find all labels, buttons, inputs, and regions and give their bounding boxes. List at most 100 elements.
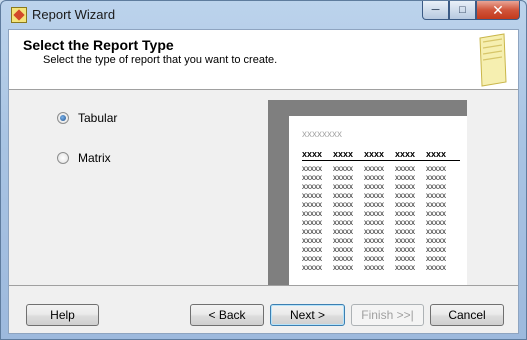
footer-separator bbox=[9, 285, 518, 286]
preview-cell: xxxxx bbox=[302, 209, 322, 218]
preview-row: xxxxx xxxxx xxxxx xxxxx xxxxx bbox=[302, 227, 460, 236]
tabular-label: Tabular bbox=[78, 111, 118, 125]
preview-row: xxxxx xxxxx xxxxx xxxxx xxxxx bbox=[302, 254, 460, 263]
matrix-label: Matrix bbox=[78, 151, 111, 165]
report-wizard-icon bbox=[11, 7, 27, 23]
help-button[interactable]: Help bbox=[26, 304, 99, 326]
preview-cell: xxxxx bbox=[333, 209, 353, 218]
preview-cell: xxxxx bbox=[364, 191, 384, 200]
wizard-header: Select the Report Type Select the type o… bbox=[9, 30, 518, 90]
preview-cell: xxxxx bbox=[395, 218, 415, 227]
preview-header-cell: xxxx bbox=[426, 150, 447, 159]
preview-row: xxxxx xxxxx xxxxx xxxxx xxxxx bbox=[302, 245, 460, 254]
preview-row: xxxxx xxxxx xxxxx xxxxx xxxxx bbox=[302, 182, 460, 191]
preview-cell: xxxxx bbox=[364, 236, 384, 245]
close-button[interactable]: ✕ bbox=[476, 1, 520, 20]
next-button[interactable]: Next > bbox=[270, 304, 345, 326]
preview-cell: xxxxx bbox=[395, 263, 415, 272]
preview-cell: xxxxx bbox=[364, 173, 384, 182]
matrix-option[interactable]: Matrix bbox=[57, 151, 111, 165]
preview-cell: xxxxx bbox=[333, 200, 353, 209]
preview-cell: xxxxx bbox=[364, 227, 384, 236]
preview-row: xxxxx xxxxx xxxxx xxxxx xxxxx bbox=[302, 200, 460, 209]
preview-row: xxxxx xxxxx xxxxx xxxxx xxxxx bbox=[302, 263, 460, 272]
preview-sheet: xxxxxxxx xxxx xxxx xxxx xxxx xxxx xxxxx xxxxx… bbox=[289, 116, 467, 285]
wizard-client-area: Select the Report Type Select the type o… bbox=[8, 29, 519, 334]
preview-cell: xxxxx bbox=[302, 227, 322, 236]
finish-button: Finish >>| bbox=[351, 304, 424, 326]
preview-cell: xxxxx bbox=[395, 227, 415, 236]
minimize-button[interactable]: ─ bbox=[422, 1, 449, 20]
page-title: Select the Report Type bbox=[23, 37, 174, 53]
preview-cell: xxxxx bbox=[364, 218, 384, 227]
preview-cell: xxxxx bbox=[395, 254, 415, 263]
preview-cell: xxxxx bbox=[426, 209, 446, 218]
preview-cell: xxxxx bbox=[426, 227, 446, 236]
back-button[interactable]: < Back bbox=[190, 304, 264, 326]
preview-cell: xxxxx bbox=[364, 245, 384, 254]
preview-cell: xxxxx bbox=[364, 263, 384, 272]
preview-cell: xxxxx bbox=[426, 218, 446, 227]
tabular-option[interactable]: Tabular bbox=[57, 111, 117, 125]
preview-cell: xxxxx bbox=[395, 209, 415, 218]
maximize-button[interactable]: □ bbox=[449, 1, 476, 20]
preview-cell: xxxxx bbox=[333, 164, 353, 173]
minimize-icon: ─ bbox=[431, 4, 440, 16]
preview-cell: xxxxx bbox=[302, 245, 322, 254]
preview-row: xxxxx xxxxx xxxxx xxxxx xxxxx bbox=[302, 164, 460, 173]
preview-grid: xxxx xxxx xxxx xxxx xxxx xxxxx xxxxx xxxxx xxxx… bbox=[302, 150, 460, 272]
preview-cell: xxxxx bbox=[333, 254, 353, 263]
preview-cell: xxxxx bbox=[302, 263, 322, 272]
window-title: Report Wizard bbox=[32, 7, 116, 22]
preview-cell: xxxxx bbox=[333, 191, 353, 200]
report-wizard-window: Report Wizard ─ □ ✕ Select the Report Ty… bbox=[0, 0, 527, 340]
preview-cell: xxxxx bbox=[395, 173, 415, 182]
preview-cell: xxxxx bbox=[333, 263, 353, 272]
preview-cell: xxxxx bbox=[395, 245, 415, 254]
preview-row: xxxxx xxxxx xxxxx xxxxx xxxxx bbox=[302, 209, 460, 218]
preview-cell: xxxxx bbox=[426, 164, 446, 173]
cancel-button[interactable]: Cancel bbox=[430, 304, 504, 326]
preview-cell: xxxxx bbox=[302, 236, 322, 245]
page-subtitle: Select the type of report that you want … bbox=[43, 54, 278, 66]
preview-cell: xxxxx bbox=[426, 245, 446, 254]
preview-row: xxxxx xxxxx xxxxx xxxxx xxxxx bbox=[302, 218, 460, 227]
preview-cell: xxxxx bbox=[333, 236, 353, 245]
preview-cell: xxxxx bbox=[395, 191, 415, 200]
caption-buttons: ─ □ ✕ bbox=[422, 1, 520, 21]
preview-cell: xxxxx bbox=[302, 191, 322, 200]
preview-row: xxxxx xxxxx xxxxx xxxxx xxxxx bbox=[302, 173, 460, 182]
preview-cell: xxxxx bbox=[426, 263, 446, 272]
tabular-radio[interactable] bbox=[57, 112, 69, 124]
preview-cell: xxxxx bbox=[395, 200, 415, 209]
preview-cell: xxxxx bbox=[426, 254, 446, 263]
preview-cell: xxxxx bbox=[364, 200, 384, 209]
preview-cell: xxxxx bbox=[302, 164, 322, 173]
preview-cell: xxxxx bbox=[364, 164, 384, 173]
matrix-radio[interactable] bbox=[57, 152, 69, 164]
preview-cell: xxxxx bbox=[302, 218, 322, 227]
preview-cell: xxxxx bbox=[426, 236, 446, 245]
preview-header-cell: xxxx bbox=[333, 150, 354, 159]
preview-cell: xxxxx bbox=[426, 173, 446, 182]
preview-cell: xxxxx bbox=[302, 173, 322, 182]
preview-cell: xxxxx bbox=[302, 200, 322, 209]
preview-header-cell: xxxx bbox=[302, 150, 323, 159]
preview-header-row: xxxx xxxx xxxx xxxx xxxx bbox=[302, 150, 460, 161]
preview-row: xxxxx xxxxx xxxxx xxxxx xxxxx bbox=[302, 236, 460, 245]
preview-title: xxxxxxxx bbox=[302, 129, 342, 140]
report-preview: xxxxxxxx xxxx xxxx xxxx xxxx xxxx xxxxx xxxxx… bbox=[268, 100, 467, 285]
preview-header-cell: xxxx bbox=[395, 150, 416, 159]
preview-cell: xxxxx bbox=[395, 164, 415, 173]
preview-cell: xxxxx bbox=[395, 236, 415, 245]
preview-cell: xxxxx bbox=[333, 227, 353, 236]
title-bar[interactable]: Report Wizard ─ □ ✕ bbox=[1, 1, 526, 29]
report-document-icon bbox=[479, 33, 507, 87]
close-icon: ✕ bbox=[492, 1, 504, 18]
preview-cell: xxxxx bbox=[333, 218, 353, 227]
preview-row: xxxxx xxxxx xxxxx xxxxx xxxxx bbox=[302, 191, 460, 200]
preview-cell: xxxxx bbox=[333, 182, 353, 191]
preview-header-cell: xxxx bbox=[364, 150, 385, 159]
preview-cell: xxxxx bbox=[426, 191, 446, 200]
preview-cell: xxxxx bbox=[426, 200, 446, 209]
